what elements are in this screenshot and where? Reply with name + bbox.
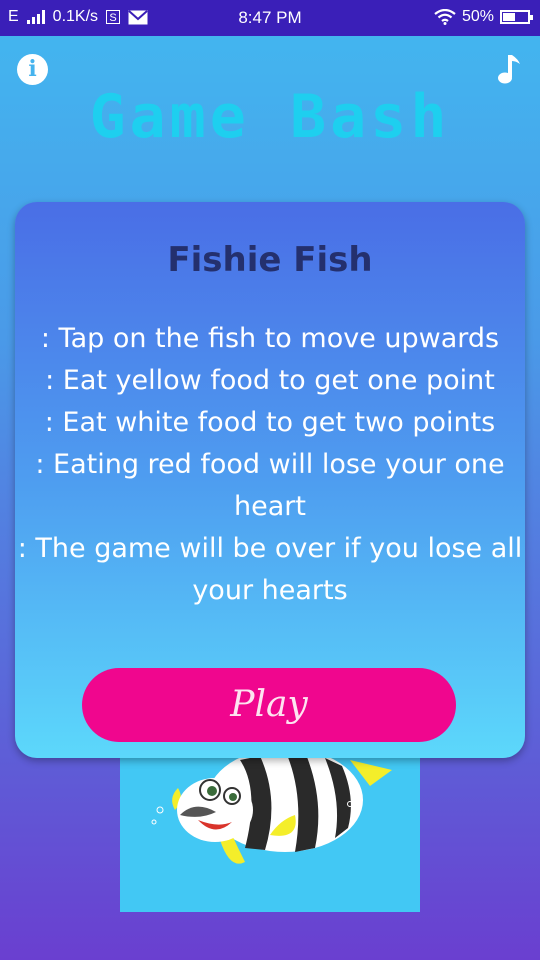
rule-item: : Eat yellow food to get one point [45,365,495,396]
music-note-icon[interactable] [492,52,524,86]
battery-percent: 50% [461,8,494,25]
card-title: Fishie Fish [167,240,373,280]
rule-item: : Tap on the fish to move upwards [40,323,500,354]
battery-icon [500,10,533,24]
rules-list: : Tap on the fish to move upwards : Eat … [15,318,525,612]
instructions-card: Fishie Fish : Tap on the fish to move up… [15,202,525,758]
battery-fill [503,13,515,21]
status-right: 50% [434,8,533,26]
game-title: Game Bash [89,82,451,152]
status-bar: E 0.1K/s S 8:47 PM 50% [0,0,540,36]
info-icon[interactable]: i [17,54,48,85]
rule-item: : Eating red food will lose your one hea… [35,449,505,522]
wifi-icon [434,9,456,25]
rule-item: : The game will be over if you lose all … [17,533,523,606]
rule-item: : Eat white food to get two points [44,407,496,438]
play-button[interactable]: Play [82,668,456,742]
